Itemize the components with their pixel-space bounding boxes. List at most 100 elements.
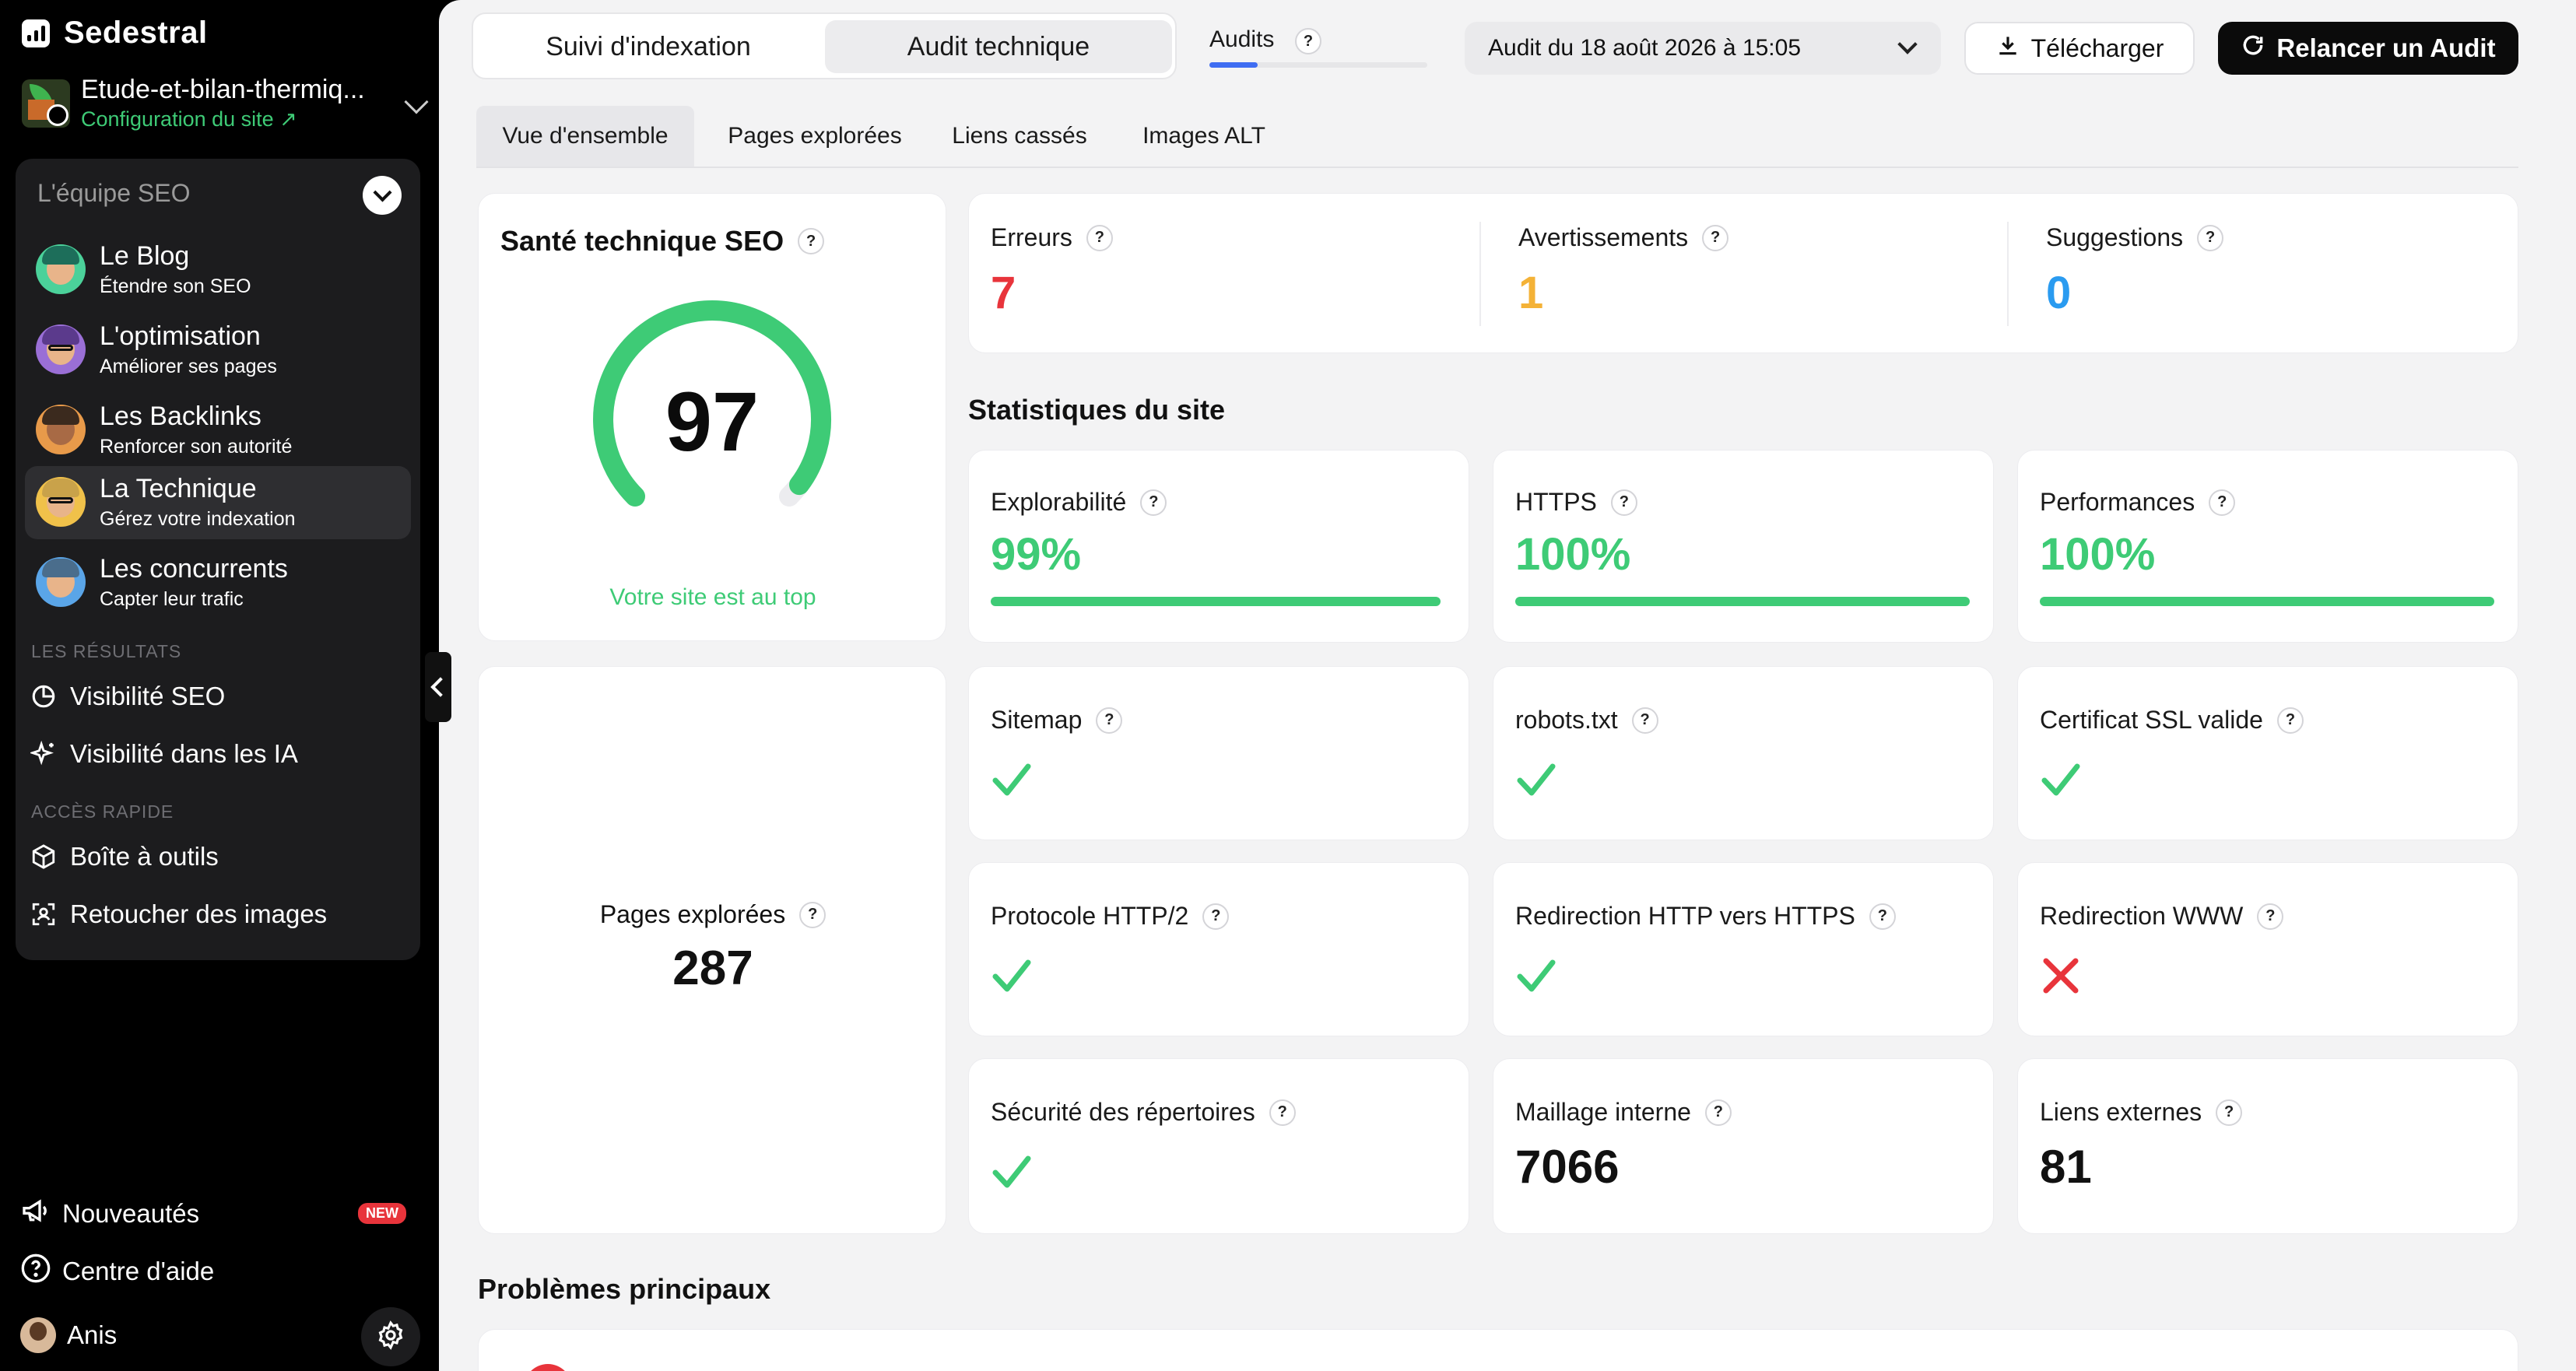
nav-label: Retoucher des images xyxy=(70,899,328,928)
check-label: Redirection WWW ? xyxy=(2040,902,2284,931)
team-item-subtitle: Capter leur trafic xyxy=(100,588,244,610)
check-label-text: Certificat SSL valide xyxy=(2040,706,2263,734)
audits-label: Audits xyxy=(1209,26,1275,52)
main-tabs: Suivi d'indexation Audit technique xyxy=(472,12,1177,79)
subtab-images-alt[interactable]: Images ALT xyxy=(1122,106,1286,167)
help-icon[interactable]: ? xyxy=(1869,903,1896,930)
sidebar: Sedestral Etude-et-bilan-thermiq... Conf… xyxy=(0,0,439,1371)
issue-label: Avertissements xyxy=(1518,223,1689,251)
subtab-vue-ensemble[interactable]: Vue d'ensemble xyxy=(476,106,694,167)
help-icon[interactable]: ? xyxy=(2216,1099,2243,1126)
nav-boite-outils[interactable]: Boîte à outils xyxy=(28,833,219,881)
help-icon[interactable]: ? xyxy=(1202,903,1230,930)
subtab-pages-explorees[interactable]: Pages explorées xyxy=(714,106,915,167)
pages-card: Pages explorées ? 287 xyxy=(478,666,946,1234)
divider xyxy=(2007,222,2009,326)
issue-warnings-label: Avertissements ? xyxy=(1518,223,1729,252)
check-card-ssl: Certificat SSL valide ? xyxy=(2017,666,2518,840)
stat-progress-bar xyxy=(991,597,1441,606)
pages-value: 287 xyxy=(672,941,753,995)
subtab-liens-casses[interactable]: Liens cassés xyxy=(937,106,1102,167)
check-label-text: Redirection WWW xyxy=(2040,902,2244,930)
error-icon xyxy=(524,1364,572,1371)
help-icon[interactable]: ? xyxy=(799,901,826,928)
download-icon xyxy=(1995,33,2020,64)
nav-nouveautes[interactable]: Nouveautés xyxy=(20,1190,199,1237)
team-item-optimisation[interactable]: L'optimisation Améliorer ses pages xyxy=(25,314,411,387)
help-icon[interactable]: ? xyxy=(2276,707,2304,734)
team-item-blog[interactable]: Le Blog Étendre son SEO xyxy=(25,233,411,307)
site-selector[interactable]: Etude-et-bilan-thermiq... Configuration … xyxy=(22,75,429,135)
health-card: Santé technique SEO ? 97 Votre site est … xyxy=(478,193,946,641)
nav-visibilite-seo[interactable]: Visibilité SEO xyxy=(28,672,225,721)
check-label-text: Sécurité des répertoires xyxy=(991,1098,1255,1126)
check-label: Redirection HTTP vers HTTPS ? xyxy=(1515,902,1896,931)
stat-card-https: HTTPS ? 100% xyxy=(1493,450,1994,643)
team-item-title: Les Backlinks xyxy=(100,401,261,431)
brand[interactable]: Sedestral xyxy=(22,16,208,51)
help-icon[interactable]: ? xyxy=(1704,1099,1732,1126)
team-item-subtitle: Étendre son SEO xyxy=(100,275,251,297)
nav-visibilite-ia[interactable]: Visibilité dans les IA xyxy=(28,730,298,778)
issue-warnings-value: 1 xyxy=(1518,268,1544,318)
avatar xyxy=(36,244,86,294)
quick-section-label: Accès rapide xyxy=(31,801,174,822)
check-card-www: Redirection WWW ? xyxy=(2017,862,2518,1036)
check-icon xyxy=(1517,763,1556,796)
brand-logo-icon xyxy=(22,19,50,47)
tab-audit-technique[interactable]: Audit technique xyxy=(825,20,1172,73)
nav-label: Boîte à outils xyxy=(70,842,219,871)
check-label: Certificat SSL valide ? xyxy=(2040,706,2304,735)
collapse-sidebar-button[interactable] xyxy=(425,652,451,722)
check-label: Sitemap ? xyxy=(991,706,1123,735)
audit-date-select[interactable]: Audit du 18 août 2026 à 15:05 xyxy=(1465,22,1941,75)
relaunch-audit-button[interactable]: Relancer un Audit xyxy=(2218,22,2518,75)
user-menu[interactable]: Anis xyxy=(20,1312,117,1359)
team-item-technique[interactable]: La Technique Gérez votre indexation xyxy=(25,466,411,539)
help-icon[interactable]: ? xyxy=(1610,489,1637,516)
check-label: Sécurité des répertoires ? xyxy=(991,1098,1296,1127)
site-config-link[interactable]: Configuration du site ↗ xyxy=(81,107,297,131)
nav-centre-aide[interactable]: Centre d'aide xyxy=(20,1248,214,1295)
site-name: Etude-et-bilan-thermiq... xyxy=(81,75,365,104)
stat-value: 100% xyxy=(2040,529,2156,580)
avatar xyxy=(36,324,86,374)
team-item-subtitle: Gérez votre indexation xyxy=(100,508,296,530)
nav-retoucher-images[interactable]: Retoucher des images xyxy=(28,890,327,938)
help-icon[interactable]: ? xyxy=(798,228,825,254)
avatar xyxy=(36,477,86,527)
stat-value: 100% xyxy=(1515,529,1631,580)
download-button[interactable]: Télécharger xyxy=(1964,22,2195,75)
check-card-sitemap: Sitemap ? xyxy=(968,666,1469,840)
help-icon[interactable]: ? xyxy=(2257,903,2284,930)
stat-value: 99% xyxy=(991,529,1082,580)
divider xyxy=(1479,222,1481,326)
team-item-concurrents[interactable]: Les concurrents Capter leur trafic xyxy=(25,546,411,619)
help-icon[interactable]: ? xyxy=(1096,707,1123,734)
help-icon[interactable]: ? xyxy=(1295,28,1321,54)
collapse-team-button[interactable] xyxy=(363,176,402,215)
settings-button[interactable] xyxy=(361,1307,420,1366)
help-icon[interactable]: ? xyxy=(1086,224,1113,251)
help-icon[interactable]: ? xyxy=(1140,489,1167,516)
stat-label: Explorabilité ? xyxy=(991,488,1167,517)
pages-label: Pages explorées ? xyxy=(479,900,947,929)
help-icon[interactable]: ? xyxy=(1702,224,1729,251)
help-icon[interactable]: ? xyxy=(2197,224,2224,251)
audit-date-value: Audit du 18 août 2026 à 15:05 xyxy=(1488,35,1802,61)
tab-suivi-indexation[interactable]: Suivi d'indexation xyxy=(479,20,817,73)
help-icon[interactable]: ? xyxy=(1631,707,1658,734)
help-icon[interactable]: ? xyxy=(1269,1099,1296,1126)
help-icon[interactable]: ? xyxy=(2209,489,2236,516)
count-value: 81 xyxy=(2040,1141,2092,1193)
cross-icon xyxy=(2043,958,2079,994)
health-score: 97 xyxy=(665,374,760,468)
chevron-down-icon xyxy=(1897,34,1918,54)
check-label: robots.txt ? xyxy=(1515,706,1658,735)
stat-label-text: Explorabilité xyxy=(991,488,1127,516)
nav-label: Nouveautés xyxy=(62,1199,200,1228)
team-header: L'équipe SEO xyxy=(37,179,191,207)
issue-errors-value: 7 xyxy=(991,268,1016,318)
issues-card: Erreurs ? 7 Avertissements ? 1 Suggestio… xyxy=(968,193,2518,353)
team-item-backlinks[interactable]: Les Backlinks Renforcer son autorité xyxy=(25,394,411,467)
